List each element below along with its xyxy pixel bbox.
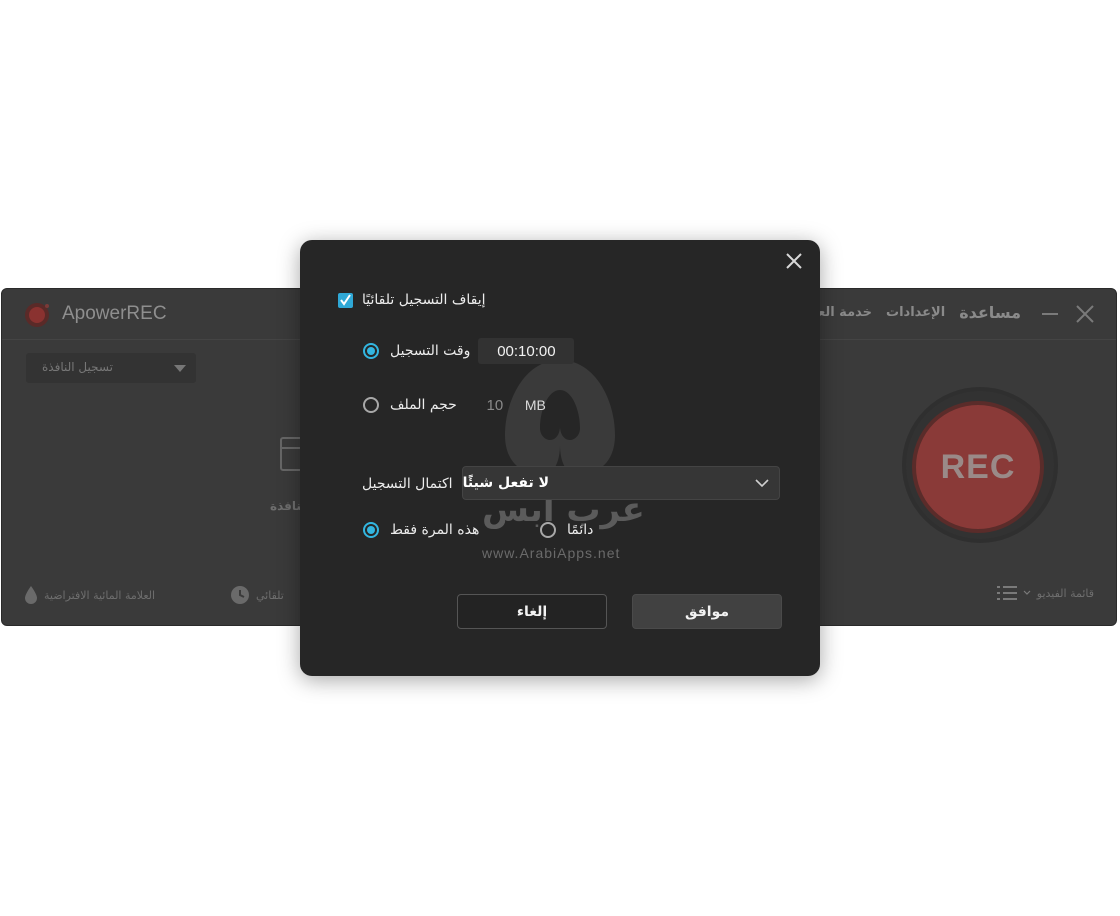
apowerrec-logo-icon [25,303,49,327]
recording-mode-label: تسجيل النافذة [42,360,113,374]
app-name: ApowerREC [62,303,167,324]
auto-stop-checkbox[interactable] [338,292,353,308]
minimize-icon[interactable] [1042,313,1058,315]
file-size-field[interactable]: 10 [465,392,525,418]
auto-label: تلقائي [256,588,284,602]
app-menu: مساعدة الإعدادات خدمة العملاء [793,303,1021,322]
on-complete-label: اكتمال التسجيل [362,476,453,492]
watermark-label: العلامة المائية الافتراضية [44,588,156,602]
video-list-label: قائمة الفيديو [1036,586,1094,600]
on-complete-select[interactable]: لا تفعل شيئًا [462,466,780,500]
this-time-label: هذه المرة فقط [390,522,480,538]
auto-stop-label: إيقاف التسجيل تلقائيًا [362,292,486,308]
file-size-label: حجم الملف [390,397,457,413]
record-time-label: وقت التسجيل [390,343,471,359]
file-size-unit: MB [524,397,546,413]
clock-icon [231,586,249,604]
menu-help[interactable]: مساعدة [959,303,1021,322]
recording-mode-select[interactable]: تسجيل النافذة [26,353,196,383]
auto-stop-option[interactable]: إيقاف التسجيل تلقائيًا [338,292,486,308]
always-radio[interactable] [540,522,556,538]
record-time-radio[interactable] [363,343,379,359]
this-time-radio[interactable] [363,522,379,538]
footer-auto[interactable]: تلقائي [230,585,284,605]
auto-stop-dialog: عرب ابس www.ArabiApps.net إيقاف التسجيل … [300,240,820,676]
water-drop-icon [25,586,37,604]
menu-settings[interactable]: الإعدادات [886,305,945,320]
scope-this-time-option[interactable]: هذه المرة فقط [363,522,479,538]
caret-down-icon [174,365,186,372]
file-size-radio[interactable] [363,397,379,413]
on-complete-value: لا تفعل شيئًا [462,475,549,491]
ok-button[interactable]: موافق [632,594,782,629]
record-time-option[interactable]: وقت التسجيل 00:10:00 [363,338,575,364]
rec-button-label: REC [940,447,1016,486]
watermark-site: www.ArabiApps.net [482,545,621,561]
footer-watermark[interactable]: العلامة المائية الافتراضية [24,585,155,605]
cancel-button[interactable]: إلغاء [457,594,607,629]
scope-always-option[interactable]: دائمًا [540,522,593,538]
app-close-icon[interactable] [1074,303,1096,325]
dialog-close-icon[interactable] [785,252,803,270]
checkmark-icon [340,293,351,306]
record-time-field[interactable]: 00:10:00 [478,338,575,364]
chevron-down-icon [755,479,769,488]
list-icon [996,586,1017,600]
rec-button[interactable]: REC [912,401,1044,533]
file-size-option[interactable]: حجم الملف 10 MB [363,392,546,418]
always-label: دائمًا [567,522,594,538]
chevron-down-icon [1023,590,1031,595]
footer-video-list[interactable]: قائمة الفيديو [996,585,1094,601]
